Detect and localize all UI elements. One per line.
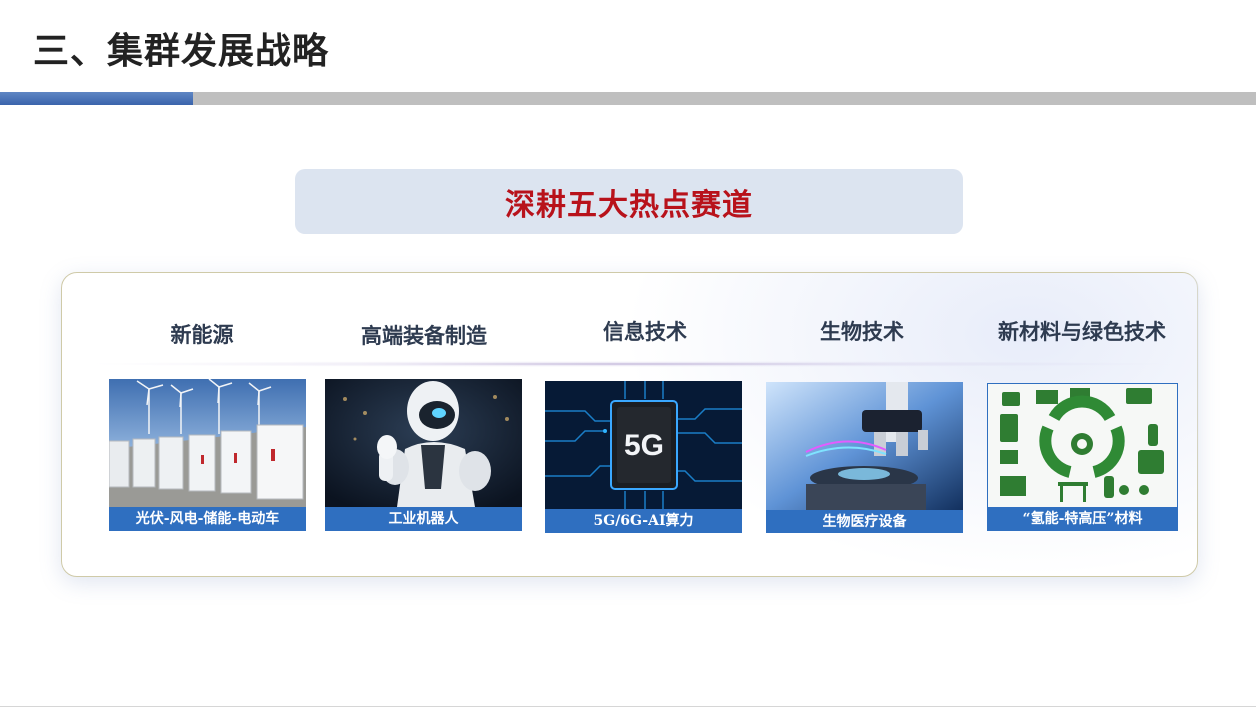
track-caption-biotech: 生物医疗设备 bbox=[766, 510, 963, 533]
track-caption-materials: “氢能-特高压”材料 bbox=[987, 508, 1178, 531]
recycle-image bbox=[987, 383, 1178, 508]
track-card-equipment: 工业机器人 bbox=[325, 379, 522, 531]
robot-image bbox=[325, 379, 522, 507]
5g-chip-image: 5G bbox=[545, 381, 742, 509]
banner-title: 深耕五大热点赛道 bbox=[505, 187, 753, 223]
header-rule-accent bbox=[0, 92, 193, 105]
track-card-materials: “氢能-特高压”材料 bbox=[987, 383, 1178, 531]
track-caption-equipment: 工业机器人 bbox=[325, 507, 522, 531]
tracks-panel: 新能源 高端装备制造 信息技术 生物技术 新材料与绿色技术 光伏-风电-储能-电… bbox=[61, 272, 1199, 578]
solar-wind-storage-image bbox=[109, 379, 306, 507]
track-heading-it: 信息技术 bbox=[603, 320, 687, 344]
footer-rule bbox=[0, 706, 1256, 707]
panel-divider bbox=[80, 361, 1180, 367]
banner: 深耕五大热点赛道 bbox=[295, 169, 963, 234]
microscope-image bbox=[766, 382, 963, 510]
track-card-biotech: 生物医疗设备 bbox=[766, 382, 963, 534]
track-heading-equipment: 高端装备制造 bbox=[361, 324, 487, 348]
track-heading-biotech: 生物技术 bbox=[820, 320, 904, 344]
track-heading-new-energy: 新能源 bbox=[170, 323, 234, 347]
track-card-it: 5G 5G/6G-AI算力 bbox=[545, 381, 742, 533]
track-caption-it: 5G/6G-AI算力 bbox=[545, 509, 742, 533]
slide-title: 三、集群发展战略 bbox=[33, 31, 330, 72]
track-card-new-energy: 光伏-风电-储能-电动车 bbox=[109, 379, 306, 531]
track-heading-materials: 新材料与绿色技术 bbox=[998, 320, 1166, 344]
track-caption-new-energy: 光伏-风电-储能-电动车 bbox=[109, 507, 306, 531]
chip-label: 5G bbox=[624, 429, 664, 462]
